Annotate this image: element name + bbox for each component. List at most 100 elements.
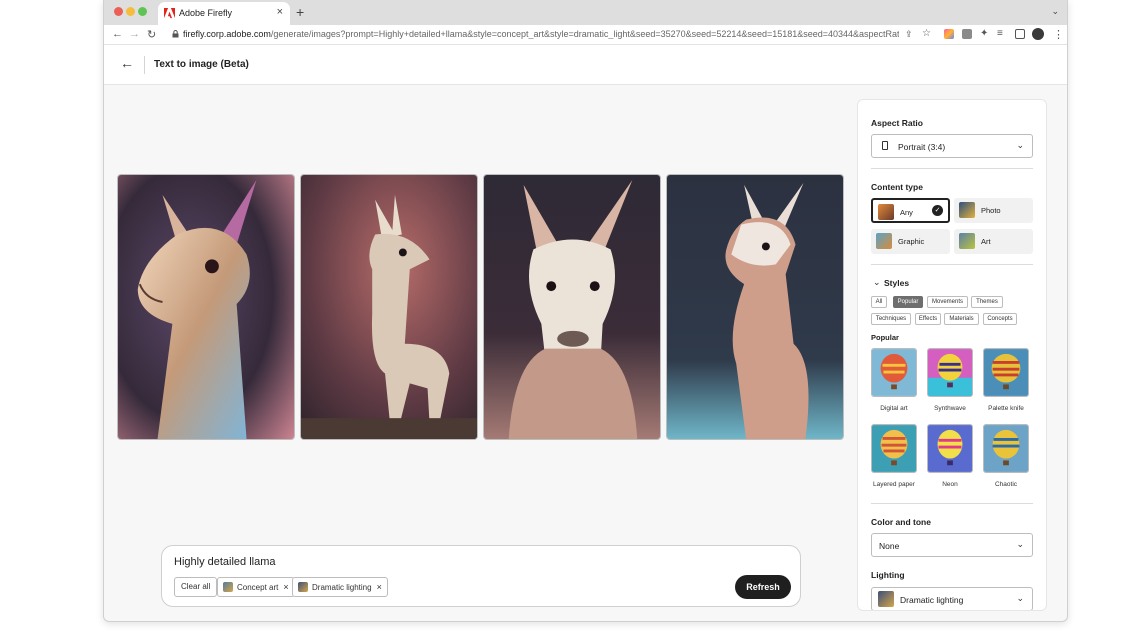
balloon-palette-knife-icon [984, 349, 1028, 396]
close-window-button[interactable] [114, 7, 123, 16]
style-synthwave[interactable] [927, 348, 973, 397]
llama-image-1 [118, 175, 294, 439]
back-arrow-icon[interactable]: ← [120, 55, 134, 71]
style-tab-materials[interactable]: Materials [944, 313, 979, 325]
balloon-layered-paper-icon [872, 425, 916, 472]
styles-label[interactable]: Styles [884, 278, 909, 288]
clear-all-label: Clear all [181, 582, 211, 591]
content-type-graphic[interactable]: Graphic [871, 229, 950, 254]
style-tab-popular[interactable]: Popular [893, 296, 923, 308]
tab-list-chevron-icon[interactable]: ⌄ [1051, 6, 1059, 17]
content-type-label-photo: Photo [981, 206, 1001, 215]
chip-concept-art[interactable]: Concept art × [217, 577, 295, 597]
back-icon[interactable]: ← [112, 28, 123, 40]
tab-title: Adobe Firefly [179, 8, 233, 18]
dramatic-lighting-thumb [298, 581, 308, 592]
popular-label: Popular [871, 333, 899, 342]
remove-chip-icon[interactable]: × [283, 582, 288, 592]
bookmark-star-icon[interactable]: ☆ [922, 28, 931, 39]
art-thumb [959, 233, 975, 249]
style-chaotic[interactable] [983, 424, 1029, 473]
header-divider [144, 56, 145, 74]
balloon-neon-icon [928, 425, 972, 472]
balloon-digital-art-icon [872, 349, 916, 396]
color-tone-value: None [879, 541, 900, 551]
sidepanel-icon[interactable] [1015, 29, 1025, 39]
generated-image-4[interactable] [666, 174, 844, 440]
content-type-label: Content type [871, 182, 923, 192]
balloon-chaotic-icon [984, 425, 1028, 472]
style-tab-all[interactable]: All [871, 296, 887, 308]
minimize-window-button[interactable] [126, 7, 135, 16]
refresh-button[interactable]: Refresh [735, 575, 791, 599]
url-path: /generate/images?prompt=Highly+detailed+… [270, 29, 899, 39]
style-label-synthwave: Synthwave [934, 405, 966, 412]
divider [871, 264, 1033, 265]
clear-all-button[interactable]: Clear all [174, 577, 218, 597]
color-tone-select[interactable]: None ⌄ [871, 533, 1033, 557]
photo-thumb [959, 202, 975, 218]
aspect-ratio-label: Aspect Ratio [871, 118, 923, 128]
content-type-any[interactable]: Any ✓ [871, 198, 950, 223]
style-label-digital-art: Digital art [880, 405, 908, 412]
adobe-logo-icon [164, 8, 175, 19]
portrait-icon [882, 141, 888, 150]
reload-icon[interactable]: ↻ [147, 28, 156, 41]
content-type-art[interactable]: Art [954, 229, 1033, 254]
generated-image-1[interactable] [117, 174, 295, 440]
style-digital-art[interactable] [871, 348, 917, 397]
browser-menu-icon[interactable]: ⋮ [1053, 28, 1064, 41]
styles-collapse-icon[interactable]: ⌄ [873, 277, 881, 288]
chevron-down-icon: ⌄ [1016, 140, 1024, 150]
style-label-palette-knife: Palette knife [988, 405, 1024, 412]
style-tab-effects[interactable]: Effects [915, 313, 941, 325]
extension-color-icon[interactable] [944, 29, 954, 39]
new-tab-icon[interactable]: + [296, 4, 304, 20]
address-bar[interactable]: firefly.corp.adobe.com/generate/images?p… [183, 29, 899, 39]
aspect-ratio-value: Portrait (3:4) [898, 142, 946, 152]
chip-label: Dramatic lighting [312, 583, 372, 592]
any-thumb [878, 204, 894, 220]
extensions-puzzle-icon[interactable]: ✦ [980, 28, 988, 39]
llama-image-3 [484, 175, 660, 439]
generated-image-3[interactable] [483, 174, 661, 440]
reading-list-icon[interactable]: ≡ [997, 28, 1003, 39]
content-type-photo[interactable]: Photo [954, 198, 1033, 223]
forward-icon[interactable]: → [129, 28, 140, 40]
lighting-thumb [878, 591, 894, 607]
style-label-layered-paper: Layered paper [873, 481, 915, 488]
balloon-synthwave-icon [928, 349, 972, 396]
remove-chip-icon[interactable]: × [377, 582, 382, 592]
style-tab-techniques[interactable]: Techniques [871, 313, 911, 325]
chip-label: Concept art [237, 583, 279, 592]
browser-window: Adobe Firefly × + ⌄ ← → ↻ firefly.corp.a… [103, 0, 1068, 622]
style-tab-movements[interactable]: Movements [927, 296, 968, 308]
checkmark-icon: ✓ [932, 205, 943, 216]
lighting-select[interactable]: Dramatic lighting ⌄ [871, 587, 1033, 610]
extension-z-icon[interactable] [962, 29, 972, 39]
settings-panel: Aspect Ratio Portrait (3:4) ⌄ Content ty… [857, 99, 1047, 611]
aspect-ratio-select[interactable]: Portrait (3:4) ⌄ [871, 134, 1033, 158]
generated-image-2[interactable] [300, 174, 478, 440]
prompt-input[interactable]: Highly detailed llama [174, 556, 276, 568]
style-label-chaotic: Chaotic [994, 481, 1018, 488]
share-icon[interactable]: ⇪ [905, 29, 913, 40]
graphic-thumb [876, 233, 892, 249]
divider [871, 168, 1033, 169]
style-tab-themes[interactable]: Themes [971, 296, 1003, 308]
lock-icon [172, 30, 179, 38]
style-label-neon: Neon [942, 481, 958, 488]
browser-toolbar: ← → ↻ firefly.corp.adobe.com/generate/im… [104, 25, 1067, 45]
content-type-label-art: Art [981, 237, 991, 246]
divider [871, 503, 1033, 504]
chip-dramatic-lighting[interactable]: Dramatic lighting × [292, 577, 388, 597]
browser-tab[interactable]: Adobe Firefly × [158, 2, 290, 25]
profile-avatar[interactable] [1032, 28, 1044, 40]
app-header: ← Text to image (Beta) [104, 45, 1067, 85]
tab-close-icon[interactable]: × [277, 6, 283, 18]
style-palette-knife[interactable] [983, 348, 1029, 397]
style-neon[interactable] [927, 424, 973, 473]
style-layered-paper[interactable] [871, 424, 917, 473]
maximize-window-button[interactable] [138, 7, 147, 16]
style-tab-concepts[interactable]: Concepts [983, 313, 1017, 325]
